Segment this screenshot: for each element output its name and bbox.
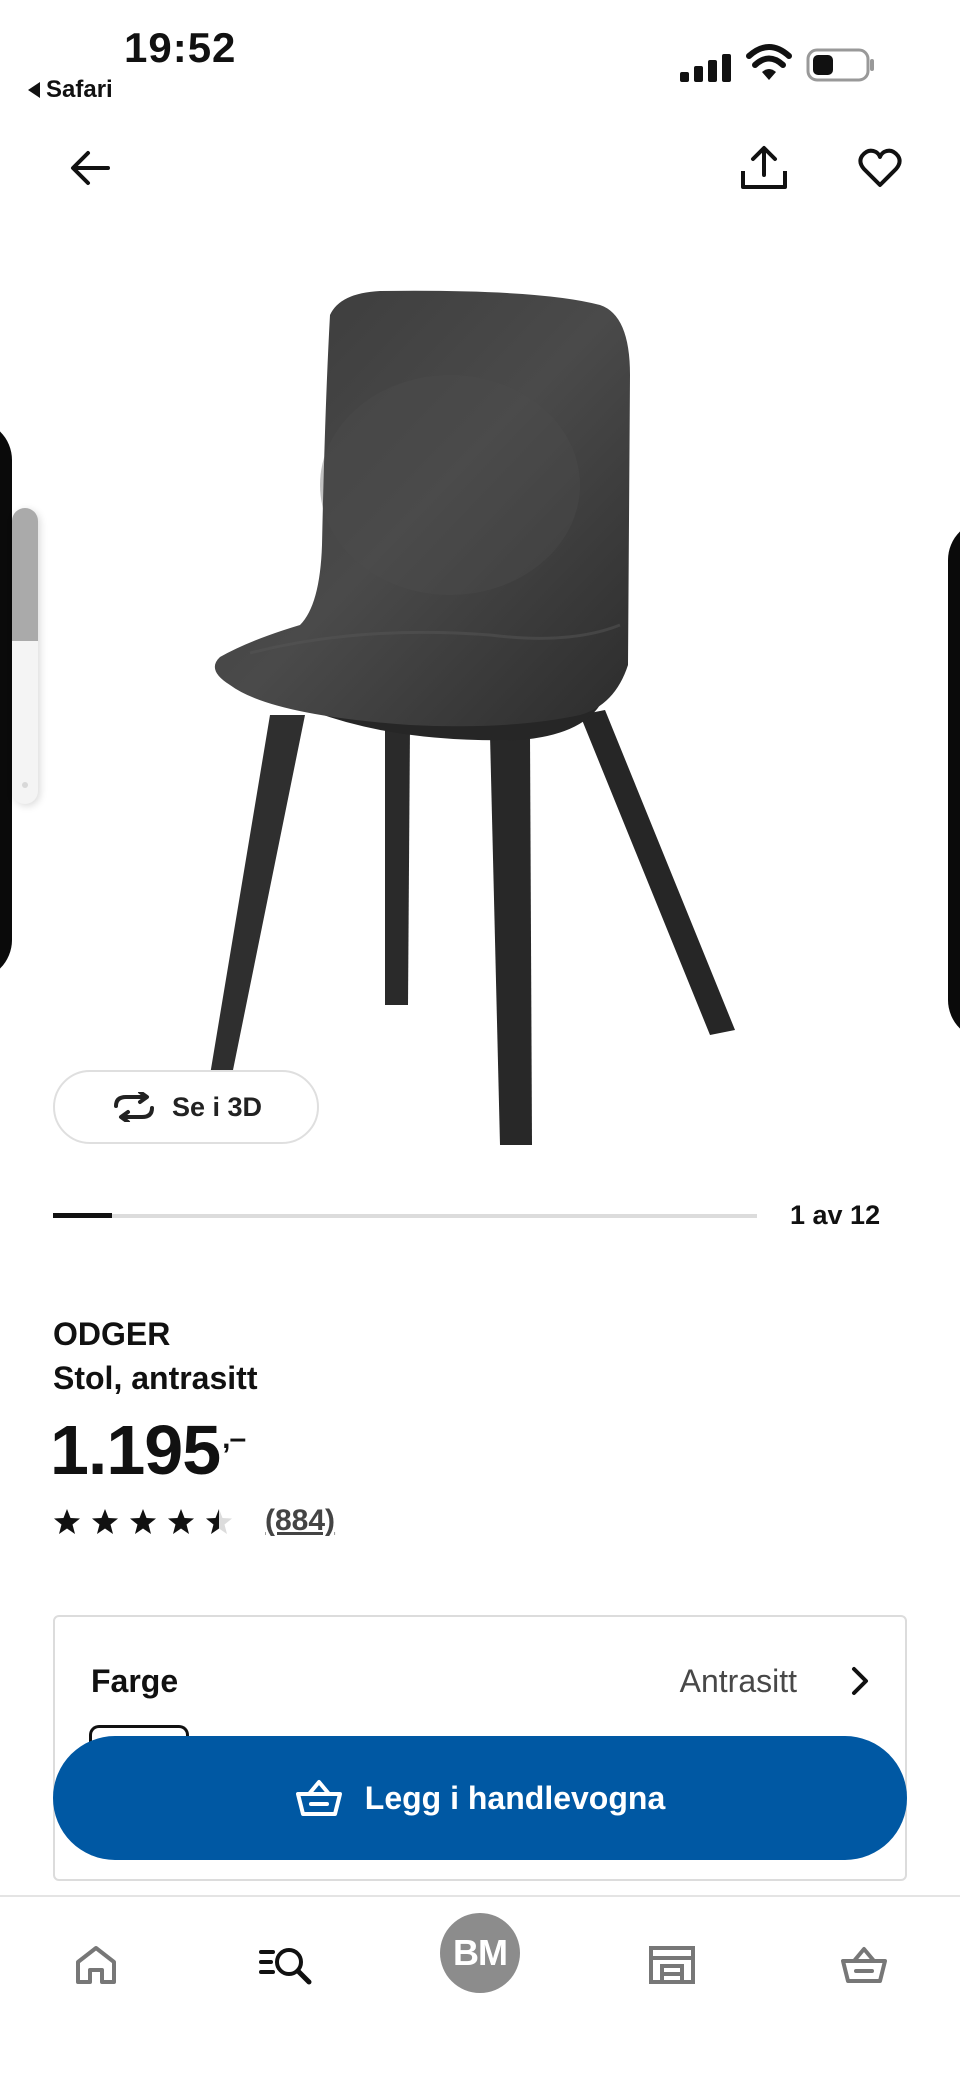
back-button[interactable]	[60, 138, 120, 198]
search-list-icon	[259, 1948, 312, 1985]
cellular-signal-icon	[680, 48, 732, 82]
price-amount: 1.195	[50, 1411, 221, 1489]
basket-icon	[295, 1780, 342, 1816]
status-time: 19:52	[124, 24, 237, 71]
star-icon	[92, 1508, 118, 1534]
view-3d-label: Se i 3D	[171, 1091, 263, 1122]
back-app-label: Safari	[46, 76, 113, 103]
back-to-app-link[interactable]: Safari	[28, 76, 113, 104]
view-3d-button[interactable]: Se i 3D	[53, 1070, 319, 1144]
chevron-right-icon	[852, 1667, 868, 1695]
arrow-left-icon	[71, 151, 110, 185]
nav-stores[interactable]	[630, 1923, 714, 2007]
product-name: ODGER	[53, 1316, 171, 1352]
nav-search[interactable]	[245, 1923, 329, 2007]
battery-icon	[806, 48, 874, 82]
previous-image-edge	[0, 420, 12, 980]
zoom-slider-fill	[12, 508, 38, 642]
star-icon	[168, 1508, 194, 1534]
bottom-nav: BM	[0, 1895, 960, 2081]
price-suffix: ,–	[222, 1422, 246, 1455]
basket-icon	[841, 1947, 887, 1983]
share-button[interactable]	[734, 138, 794, 198]
review-count-link[interactable]: (884)	[265, 1504, 335, 1538]
color-value: Antrasitt	[679, 1663, 797, 1699]
back-triangle-icon	[28, 82, 40, 98]
add-to-cart-button[interactable]: Legg i handlevogna	[53, 1736, 907, 1860]
gallery-progress-track	[53, 1213, 757, 1218]
star-icon	[206, 1508, 232, 1534]
share-icon	[741, 146, 787, 189]
nav-profile-avatar[interactable]: BM	[440, 1913, 520, 1993]
gallery-page-indicator: 1 av 12	[790, 1200, 881, 1230]
home-icon	[76, 1946, 116, 1984]
gallery-progress-fill	[53, 1213, 112, 1218]
rating-stars	[53, 1508, 233, 1535]
color-label: Farge	[91, 1663, 179, 1699]
add-to-cart-label: Legg i handlevogna	[364, 1779, 666, 1816]
rotate-icon	[113, 1092, 154, 1122]
heart-icon	[858, 148, 902, 187]
zoom-slider[interactable]	[12, 508, 38, 804]
store-icon	[649, 1946, 695, 1984]
wifi-icon	[746, 44, 792, 80]
nav-home[interactable]	[54, 1923, 138, 2007]
next-image-edge	[948, 520, 960, 1040]
favorite-button[interactable]	[850, 138, 910, 198]
star-icon	[54, 1508, 80, 1534]
status-bar: 19:52 Safari	[0, 0, 960, 120]
star-icon	[130, 1508, 156, 1534]
product-image-chair[interactable]	[210, 285, 750, 1145]
product-price: 1.195 ,–	[50, 1410, 246, 1490]
product-rating[interactable]: (884)	[53, 1504, 335, 1538]
nav-cart[interactable]	[822, 1923, 906, 2007]
product-description: Stol, antrasitt	[53, 1360, 258, 1396]
zoom-slider-dot	[22, 782, 28, 788]
